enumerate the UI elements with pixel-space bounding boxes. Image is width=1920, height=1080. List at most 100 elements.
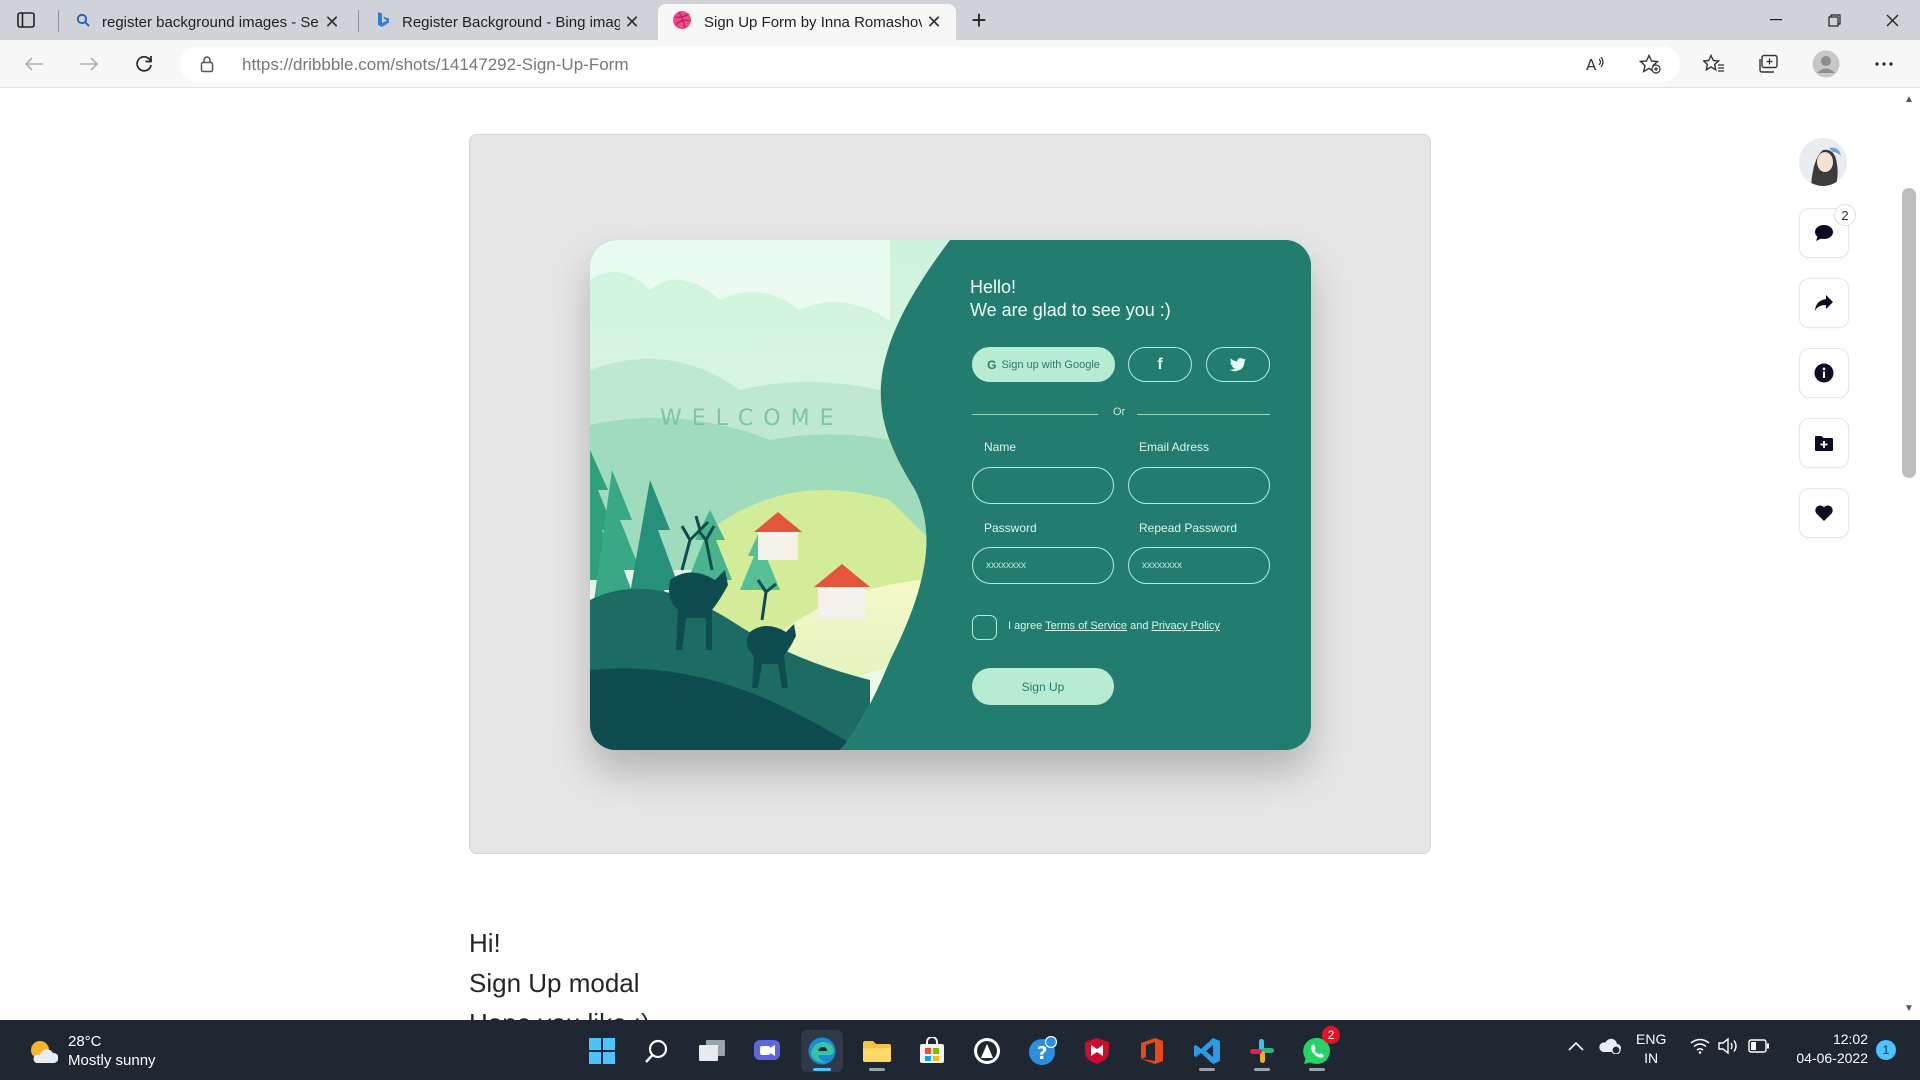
- profile-avatar[interactable]: [1810, 48, 1842, 80]
- office-button[interactable]: [1131, 1030, 1173, 1072]
- terms-link: Terms of Service: [1045, 620, 1128, 632]
- save-to-collection-button[interactable]: [1799, 418, 1849, 468]
- windows-taskbar: 28°C Mostly sunny ? 2 ENG IN 12:02 04-06…: [0, 1020, 1920, 1080]
- store-button[interactable]: [911, 1030, 953, 1072]
- name-field: [972, 467, 1114, 504]
- more-options-icon[interactable]: [1868, 48, 1900, 80]
- edge-icon: [808, 1037, 836, 1065]
- svg-text:?: ?: [1037, 1043, 1047, 1064]
- read-aloud-icon[interactable]: A: [1580, 48, 1612, 80]
- favorites-icon[interactable]: [1698, 48, 1730, 80]
- url-text[interactable]: https://dribbble.com/shots/14147292-Sign…: [242, 55, 628, 75]
- google-signup-button: G Sign up with Google: [972, 347, 1115, 382]
- lock-icon[interactable]: [200, 55, 214, 78]
- url-protocol-host: https://dribbble.com: [242, 55, 391, 74]
- folder-plus-icon: [1815, 435, 1833, 451]
- google-icon: G: [987, 357, 997, 372]
- app-button-1[interactable]: [966, 1030, 1008, 1072]
- add-favorite-icon[interactable]: [1634, 48, 1666, 80]
- task-view-button[interactable]: [691, 1030, 733, 1072]
- designer-avatar[interactable]: [1799, 138, 1847, 186]
- close-icon[interactable]: ✕: [620, 10, 644, 34]
- forward-button[interactable]: [71, 46, 107, 82]
- search-icon: [645, 1039, 668, 1063]
- tab-separator: [58, 10, 59, 32]
- scrollbar-thumb[interactable]: [1902, 188, 1916, 478]
- mcafee-button[interactable]: [1076, 1030, 1118, 1072]
- new-tab-button[interactable]: +: [965, 5, 993, 35]
- tab-strip: register background images - Se ✕ Regist…: [0, 0, 1920, 40]
- close-window-button[interactable]: [1864, 0, 1920, 40]
- teams-chat-button[interactable]: [746, 1030, 788, 1072]
- tab-actions-icon[interactable]: [14, 8, 38, 32]
- welcome-text: WELCOME: [660, 406, 844, 431]
- tab-dribbble[interactable]: Sign Up Form by Inna Romashov ✕: [658, 4, 956, 40]
- signup-button: Sign Up: [972, 668, 1114, 705]
- show-hidden-icons[interactable]: [1568, 1038, 1584, 1054]
- onedrive-tray[interactable]: [1598, 1036, 1622, 1057]
- share-icon: [1815, 295, 1833, 311]
- slack-button[interactable]: [1241, 1030, 1283, 1072]
- edge-taskbar-button[interactable]: [801, 1030, 843, 1072]
- chevron-up-icon: [1568, 1041, 1584, 1051]
- start-button[interactable]: [581, 1030, 623, 1072]
- page-content: WELCOME Hello! We are glad to see you :)…: [0, 88, 1920, 1020]
- card-greeting: Hello! We are glad to see you :): [970, 276, 1171, 322]
- description-line-3: Hope you like :): [469, 1008, 650, 1020]
- or-divider-text: Or: [1113, 406, 1126, 418]
- running-indicator: [1199, 1068, 1215, 1071]
- divider-right: [1137, 414, 1270, 415]
- divider-left: [972, 414, 1098, 415]
- wifi-tray[interactable]: [1690, 1038, 1710, 1057]
- battery-icon: [1748, 1039, 1769, 1053]
- battery-tray[interactable]: [1748, 1039, 1770, 1056]
- share-button[interactable]: [1799, 278, 1849, 328]
- agree-prefix: I agree: [1008, 620, 1043, 632]
- weather-temp: 28°C: [68, 1033, 102, 1050]
- weather-widget[interactable]: 28°C Mostly sunny: [26, 1032, 156, 1070]
- comment-icon: [1815, 225, 1833, 241]
- url-path: /shots/14147292-Sign-Up-Form: [390, 55, 629, 74]
- help-app-button[interactable]: ?: [1021, 1030, 1063, 1072]
- vscode-icon: [1194, 1038, 1220, 1064]
- chat-icon: [754, 1040, 780, 1060]
- tab-bing[interactable]: Register Background - Bing imag ✕: [362, 4, 654, 40]
- close-icon[interactable]: ✕: [922, 10, 946, 34]
- clock-time: 12:02: [1832, 1031, 1868, 1047]
- password-label: Password: [984, 521, 1037, 535]
- password-field: xxxxxxxx: [972, 547, 1114, 584]
- back-button[interactable]: [16, 46, 52, 82]
- close-icon[interactable]: ✕: [320, 10, 344, 34]
- email-field: [1128, 467, 1270, 504]
- email-label: Email Adress: [1139, 440, 1210, 454]
- refresh-button[interactable]: [126, 46, 162, 82]
- address-bar[interactable]: https://dribbble.com/shots/14147292-Sign…: [180, 46, 1680, 82]
- info-button[interactable]: [1799, 348, 1849, 398]
- running-indicator: [1309, 1068, 1325, 1071]
- tab-search[interactable]: register background images - Se ✕: [62, 4, 354, 40]
- file-explorer-button[interactable]: [856, 1030, 898, 1072]
- like-button[interactable]: [1799, 488, 1849, 538]
- twitter-icon: [1229, 358, 1246, 372]
- language-primary: ENG: [1636, 1031, 1667, 1047]
- privacy-link: Privacy Policy: [1151, 620, 1220, 632]
- volume-tray[interactable]: [1718, 1037, 1740, 1058]
- minimize-button[interactable]: [1748, 0, 1804, 40]
- notification-badge[interactable]: 1: [1876, 1040, 1896, 1060]
- help-icon: ?: [1029, 1036, 1057, 1065]
- agree-checkbox: [972, 615, 997, 640]
- language-indicator[interactable]: ENG IN: [1636, 1030, 1666, 1068]
- vscode-button[interactable]: [1186, 1030, 1228, 1072]
- restore-button[interactable]: [1806, 0, 1862, 40]
- clock[interactable]: 12:02 04-06-2022: [1786, 1030, 1868, 1068]
- scroll-up-icon[interactable]: ▲: [1904, 94, 1914, 105]
- collections-icon[interactable]: [1753, 48, 1785, 80]
- agree-text: I agree Terms of Service and Privacy Pol…: [1008, 620, 1220, 632]
- whatsapp-button[interactable]: 2: [1296, 1026, 1340, 1072]
- slack-icon: [1250, 1039, 1274, 1063]
- running-indicator: [1254, 1068, 1270, 1071]
- heart-icon: [1815, 505, 1833, 521]
- scroll-down-icon[interactable]: ▼: [1904, 1003, 1914, 1014]
- description-line-1: Hi!: [469, 928, 501, 958]
- taskbar-search-button[interactable]: [636, 1030, 678, 1072]
